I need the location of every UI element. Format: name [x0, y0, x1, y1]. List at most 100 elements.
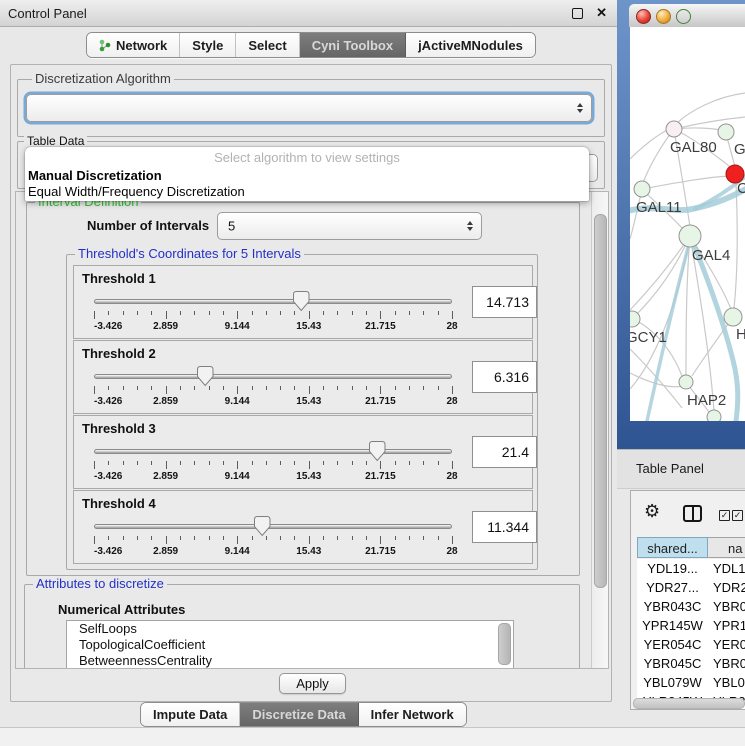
panel-scrollbar[interactable] [591, 192, 608, 668]
gear-icon[interactable]: ⚙ [644, 502, 660, 520]
network-node-gal4[interactable] [679, 225, 701, 247]
tab-network[interactable]: Network [87, 33, 180, 57]
network-window: GAL80GCGAL11GAL4GCY1HHAP2 [617, 0, 745, 449]
close-icon[interactable]: ✕ [596, 5, 607, 21]
bottom-tab-discretize-data[interactable]: Discretize Data [240, 703, 358, 726]
table-cell[interactable]: YER054C [637, 635, 708, 654]
num-intervals-combobox[interactable]: 5 [217, 212, 482, 240]
table-hscrollbar-thumb[interactable] [633, 698, 745, 709]
combo-arrows-icon [577, 103, 583, 113]
table-cell[interactable]: YBR045C [637, 654, 708, 673]
network-node-h[interactable] [724, 308, 742, 326]
dropdown-placeholder: Select algorithm to view settings [25, 147, 589, 168]
slider-track[interactable] [94, 299, 452, 304]
tab-jactivemnodules[interactable]: jActiveMNodules [406, 33, 535, 57]
close-traffic-light-icon[interactable] [636, 9, 651, 24]
table-row[interactable]: YDL19...YDL1 [637, 559, 745, 578]
combo-arrows-icon [467, 221, 473, 231]
numerical-attributes-label: Numerical Attributes [58, 602, 185, 617]
table-cell[interactable]: YPR1 [708, 616, 745, 635]
table-row[interactable]: YER054CYER0 [637, 635, 745, 654]
threshold-panel-1: Threshold 1-3.4262.8599.14415.4321.71528… [73, 265, 533, 339]
network-node-gal11[interactable] [634, 181, 650, 197]
network-node-gal80[interactable] [666, 121, 682, 137]
attribute-item-betweennesscentrality[interactable]: BetweennessCentrality [67, 653, 513, 669]
table-cell[interactable]: YDL19... [637, 559, 708, 578]
slider-thumb[interactable] [254, 516, 271, 537]
threshold-value-input[interactable]: 14.713 [472, 286, 537, 318]
network-node-g[interactable] [718, 124, 734, 140]
panel-title: Control Panel [8, 6, 87, 21]
numerical-attributes-list[interactable]: SelfLoopsTopologicalCoefficientBetweenne… [66, 620, 514, 669]
slider-ticks [94, 461, 452, 470]
table-cell[interactable]: YBR0 [708, 654, 745, 673]
node-label: H [736, 326, 745, 343]
column-header-shared[interactable]: shared... [637, 537, 708, 558]
network-node[interactable] [707, 410, 721, 421]
slider-track[interactable] [94, 524, 452, 529]
threshold-label: Threshold 3 [82, 421, 156, 436]
threshold-value-input[interactable]: 11.344 [472, 511, 537, 543]
network-window-titlebar [629, 4, 745, 28]
table-cell[interactable]: YBL0 [708, 673, 745, 692]
tab-cyni-toolbox[interactable]: Cyni Toolbox [300, 33, 406, 57]
node-label: HAP2 [687, 392, 726, 409]
attribute-item-selfloops[interactable]: SelfLoops [67, 621, 513, 637]
apply-button[interactable]: Apply [279, 673, 346, 694]
attribute-item-topologicalcoefficient[interactable]: TopologicalCoefficient [67, 637, 513, 653]
algorithm-combobox[interactable] [26, 94, 592, 122]
threshold-label: Threshold 4 [82, 496, 156, 511]
tab-select[interactable]: Select [236, 33, 299, 57]
dropdown-option-equal-width-frequency-discretization[interactable]: Equal Width/Frequency Discretization [25, 184, 589, 200]
zoom-traffic-light-icon[interactable] [676, 9, 691, 24]
settings-scroll-panel: Interval Definition Number of Intervals … [15, 191, 609, 669]
table-row[interactable]: YPR145WYPR1 [637, 616, 745, 635]
algorithm-group-title: Discretization Algorithm [32, 72, 174, 86]
column-header-name[interactable]: na [708, 537, 745, 558]
tab-style[interactable]: Style [180, 33, 236, 57]
slider-thumb[interactable] [197, 366, 214, 387]
threshold-panel-3: Threshold 3-3.4262.8599.14415.4321.71528… [73, 415, 533, 489]
table-row[interactable]: YBL079WYBL0 [637, 673, 745, 692]
threshold-label: Threshold 2 [82, 346, 156, 361]
slider-track[interactable] [94, 449, 452, 454]
table-cell[interactable]: YDR27... [637, 578, 708, 597]
bottom-tab-impute-data[interactable]: Impute Data [141, 703, 240, 726]
split-columns-icon[interactable] [683, 505, 702, 522]
threshold-value-input[interactable]: 6.316 [472, 361, 537, 393]
bottom-tab-infer-network[interactable]: Infer Network [359, 703, 466, 726]
dropdown-option-manual-discretization[interactable]: Manual Discretization [25, 168, 589, 184]
table-cell[interactable]: YPR145W [637, 616, 708, 635]
table-row[interactable]: YBR045CYBR0 [637, 654, 745, 673]
table-row[interactable]: YDR27...YDR2 [637, 578, 745, 597]
checkbox-icon[interactable]: ✓ [732, 510, 743, 521]
slider-track[interactable] [94, 374, 452, 379]
panel-scrollbar-thumb[interactable] [594, 214, 607, 588]
node-label: GCY1 [630, 329, 667, 346]
checkbox-icon[interactable]: ✓ [719, 510, 730, 521]
cyni-toolbox-panel: Discretization Algorithm Table Data galF… [10, 64, 612, 702]
algorithm-dropdown-popup: Select algorithm to view settingsManual … [25, 147, 589, 201]
table-cell[interactable]: YER0 [708, 635, 745, 654]
network-icon [99, 38, 111, 52]
threshold-panel-2: Threshold 2-3.4262.8599.14415.4321.71528… [73, 340, 533, 414]
table-cell[interactable]: YDL1 [708, 559, 745, 578]
list-scrollbar-thumb[interactable] [498, 623, 511, 665]
minimize-traffic-light-icon[interactable] [656, 9, 671, 24]
table-cell[interactable]: YBR0 [708, 597, 745, 616]
slider-thumb[interactable] [369, 441, 386, 462]
tab-label: Style [192, 38, 223, 53]
table-cell[interactable]: YBR043C [637, 597, 708, 616]
table-row[interactable]: YBR043CYBR0 [637, 597, 745, 616]
slider-thumb[interactable] [293, 291, 310, 312]
network-node-gcy1[interactable] [630, 311, 640, 327]
table-cell[interactable]: YDR2 [708, 578, 745, 597]
threshold-panel-4: Threshold 4-3.4262.8599.14415.4321.71528… [73, 490, 533, 564]
table-panel-header: Table Panel [617, 449, 745, 489]
table-cell[interactable]: YBL079W [637, 673, 708, 692]
threshold-value-input[interactable]: 21.4 [472, 436, 537, 468]
network-node-hap2[interactable] [679, 375, 693, 389]
float-window-icon[interactable] [572, 8, 583, 19]
network-canvas[interactable]: GAL80GCGAL11GAL4GCY1HHAP2 [630, 27, 745, 421]
tab-label: Cyni Toolbox [312, 38, 393, 53]
